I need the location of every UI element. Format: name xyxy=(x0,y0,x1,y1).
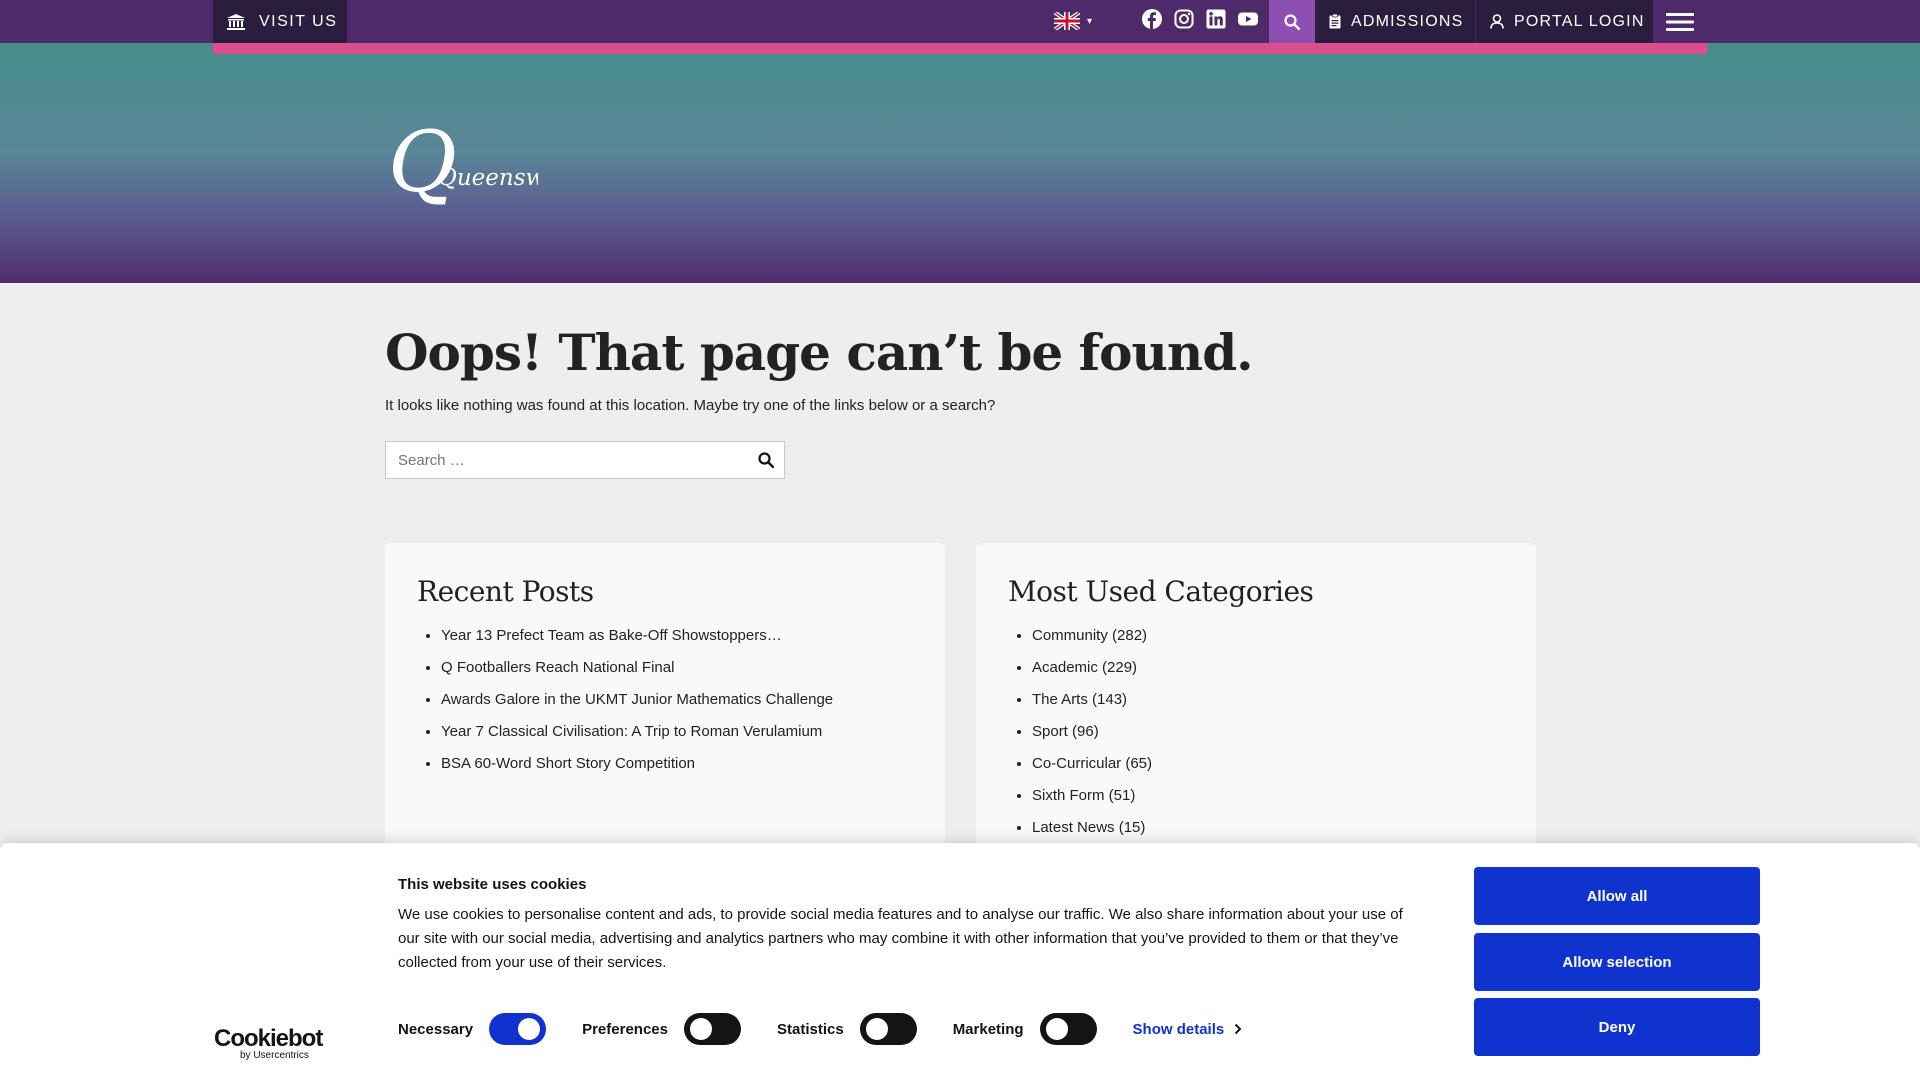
search-input[interactable] xyxy=(386,442,748,478)
queenswood-logo: Q Queenswood xyxy=(388,113,588,211)
consent-toggles: Necessary Preferences Statistics Marketi… xyxy=(398,1013,1242,1045)
statistics-label: Statistics xyxy=(776,1020,844,1038)
chevron-right-icon xyxy=(1235,1023,1242,1035)
main-menu-button[interactable] xyxy=(1653,0,1707,43)
cookie-description: We use cookies to personalise content an… xyxy=(398,906,1403,971)
recent-post-link[interactable]: Year 7 Classical Civilisation: A Trip to… xyxy=(441,723,822,740)
necessary-label: Necessary xyxy=(398,1020,474,1038)
list-item: Academic (229) xyxy=(1032,657,1152,689)
hamburger-icon xyxy=(1666,12,1694,31)
admissions-label: ADMISSIONS xyxy=(1351,12,1464,30)
recent-post-link[interactable]: BSA 60-Word Short Story Competition xyxy=(441,755,695,772)
cookiebot-logo[interactable]: Cookiebot by Usercentrics xyxy=(214,1025,323,1061)
list-item: Community (282) xyxy=(1032,625,1152,657)
preferences-toggle-group: Preferences xyxy=(582,1013,741,1045)
language-caret: ▾ xyxy=(1087,15,1093,27)
deny-button[interactable]: Deny xyxy=(1474,998,1760,1056)
category-link[interactable]: Sixth Form (51) xyxy=(1032,787,1135,804)
visit-us-label: VISIT US xyxy=(259,12,338,30)
list-item: Year 7 Classical Civilisation: A Trip to… xyxy=(441,721,833,753)
categories-list: Community (282) Academic (229) The Arts … xyxy=(1032,625,1152,849)
allow-all-button[interactable]: Allow all xyxy=(1474,867,1760,925)
search-form xyxy=(385,441,785,479)
instagram-icon xyxy=(1174,9,1194,29)
admissions-button[interactable]: ADMISSIONS xyxy=(1315,0,1475,43)
marketing-toggle[interactable] xyxy=(1039,1013,1097,1045)
list-item: Sport (96) xyxy=(1032,721,1152,753)
search-submit-button[interactable] xyxy=(748,452,784,468)
preferences-toggle[interactable] xyxy=(683,1013,741,1045)
list-item: The Arts (143) xyxy=(1032,689,1152,721)
category-link[interactable]: Sport (96) xyxy=(1032,723,1099,740)
category-link[interactable]: Co-Curricular (65) xyxy=(1032,755,1152,772)
clipboard-icon xyxy=(1329,14,1341,29)
page-title: Oops! That page can’t be found. xyxy=(385,323,1254,382)
preferences-label: Preferences xyxy=(582,1020,668,1038)
allow-selection-button[interactable]: Allow selection xyxy=(1474,933,1760,991)
recent-posts-widget: Recent Posts Year 13 Prefect Team as Bak… xyxy=(385,543,945,873)
list-item: BSA 60-Word Short Story Competition xyxy=(441,753,833,785)
category-link[interactable]: Latest News (15) xyxy=(1032,819,1145,836)
toggle-knob xyxy=(1045,1018,1068,1040)
youtube-link[interactable] xyxy=(1238,9,1258,29)
search-icon xyxy=(758,452,774,468)
categories-widget: Most Used Categories Community (282) Aca… xyxy=(976,543,1536,873)
recent-posts-list: Year 13 Prefect Team as Bake-Off Showsto… xyxy=(441,625,833,785)
search-icon xyxy=(1284,13,1300,30)
top-bar: VISIT US ▾ ADMISSIONS PORTAL LOGIN xyxy=(0,0,1920,43)
marketing-toggle-group: Marketing xyxy=(953,1013,1097,1045)
visit-us-button[interactable]: VISIT US xyxy=(213,0,347,43)
show-details-label: Show details xyxy=(1132,1020,1225,1038)
hero-banner: Q Queenswood xyxy=(0,43,1920,283)
list-item: Sixth Form (51) xyxy=(1032,785,1152,817)
necessary-toggle-group: Necessary xyxy=(398,1013,547,1045)
not-found-message: It looks like nothing was found at this … xyxy=(385,397,996,414)
portal-login-label: PORTAL LOGIN xyxy=(1514,12,1645,30)
facebook-link[interactable] xyxy=(1142,9,1162,29)
social-links xyxy=(1142,9,1258,29)
youtube-icon xyxy=(1238,12,1258,26)
recent-post-link[interactable]: Awards Galore in the UKMT Junior Mathema… xyxy=(441,691,833,708)
categories-heading: Most Used Categories xyxy=(1008,575,1314,608)
uk-flag-icon xyxy=(1054,12,1080,30)
recent-posts-heading: Recent Posts xyxy=(417,575,594,608)
site-logo[interactable]: Q Queenswood xyxy=(388,113,588,211)
toggle-knob xyxy=(689,1018,712,1040)
instagram-link[interactable] xyxy=(1174,9,1194,29)
top-bar-inner: VISIT US ▾ ADMISSIONS PORTAL LOGIN xyxy=(213,0,1707,43)
portal-login-button[interactable]: PORTAL LOGIN xyxy=(1475,0,1653,43)
accent-strip xyxy=(213,43,1707,54)
linkedin-icon xyxy=(1206,9,1226,29)
recent-post-link[interactable]: Year 13 Prefect Team as Bake-Off Showsto… xyxy=(441,627,782,644)
logo-text: Queenswood xyxy=(438,165,538,191)
toggle-knob xyxy=(518,1018,541,1040)
linkedin-link[interactable] xyxy=(1206,9,1226,29)
statistics-toggle-group: Statistics xyxy=(777,1013,917,1045)
toggle-knob xyxy=(865,1018,888,1040)
user-icon xyxy=(1490,14,1504,29)
list-item: Awards Galore in the UKMT Junior Mathema… xyxy=(441,689,833,721)
marketing-label: Marketing xyxy=(952,1020,1024,1038)
museum-icon xyxy=(227,13,245,30)
recent-post-link[interactable]: Q Footballers Reach National Final xyxy=(441,659,674,676)
cookiebot-logo-text: Cookiebot xyxy=(214,1025,323,1052)
language-selector[interactable]: ▾ xyxy=(1054,12,1092,30)
header-search-button[interactable] xyxy=(1269,0,1315,43)
list-item: Co-Curricular (65) xyxy=(1032,753,1152,785)
statistics-toggle[interactable] xyxy=(859,1013,917,1045)
cookie-title: This website uses cookies xyxy=(398,876,587,893)
cookie-banner: Cookiebot by Usercentrics This website u… xyxy=(0,843,1920,1080)
category-link[interactable]: Academic (229) xyxy=(1032,659,1137,676)
list-item: Q Footballers Reach National Final xyxy=(441,657,833,689)
category-link[interactable]: Community (282) xyxy=(1032,627,1147,644)
show-details-link[interactable]: Show details xyxy=(1133,1021,1243,1038)
necessary-toggle[interactable] xyxy=(489,1013,547,1045)
category-link[interactable]: The Arts (143) xyxy=(1032,691,1127,708)
list-item: Year 13 Prefect Team as Bake-Off Showsto… xyxy=(441,625,833,657)
facebook-icon xyxy=(1142,9,1162,29)
